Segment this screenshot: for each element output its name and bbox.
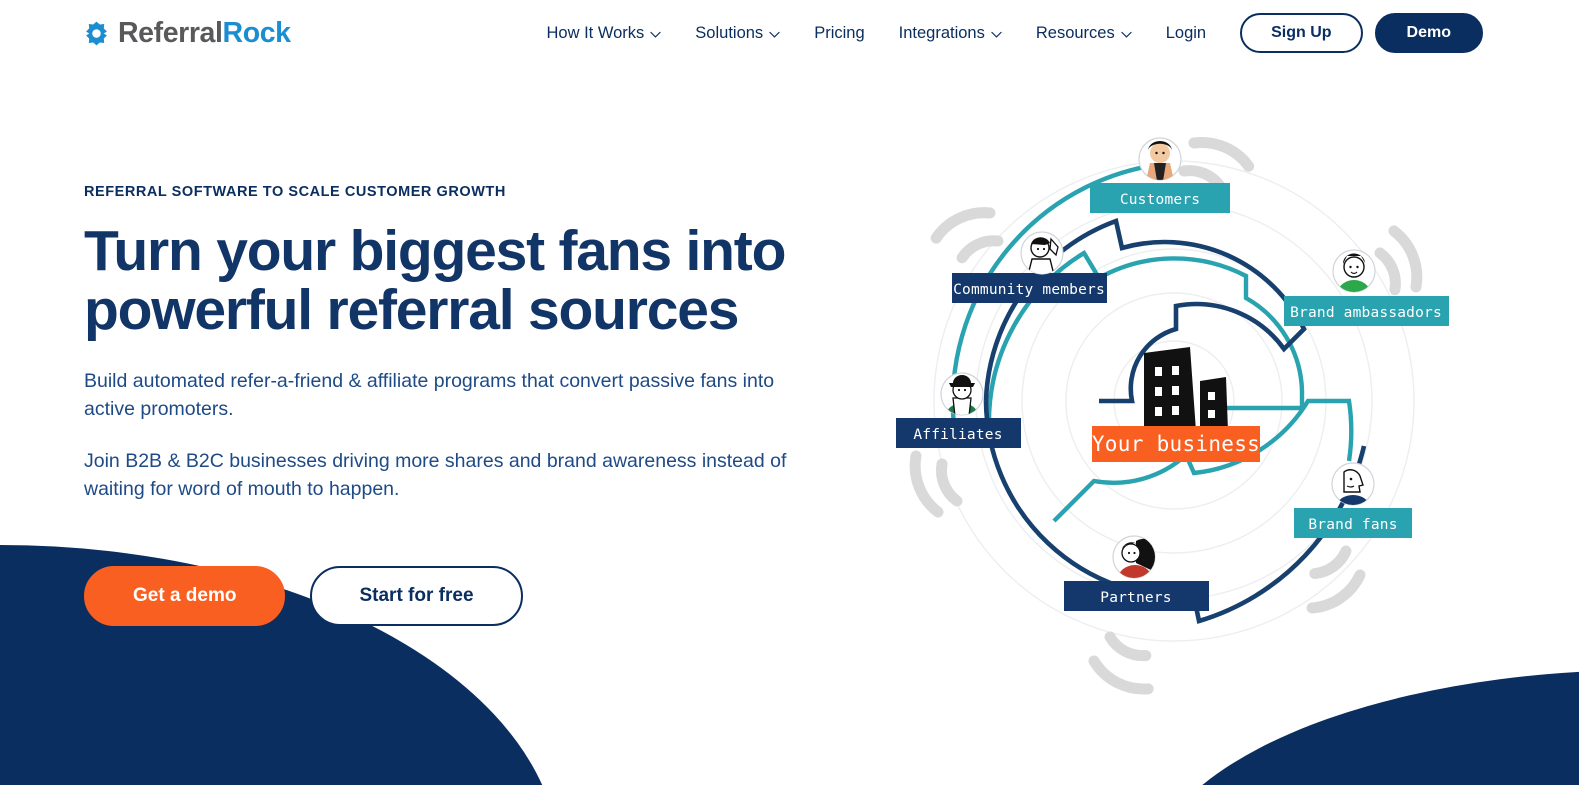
nav-item-login[interactable]: Login xyxy=(1149,16,1223,51)
hero-paragraph-2: Join B2B & B2C businesses driving more s… xyxy=(84,449,787,500)
hero-illustration-area: Customers Community members Brand ambass… xyxy=(874,66,1579,695)
chevron-down-icon xyxy=(991,31,1002,38)
get-a-demo-button[interactable]: Get a demo xyxy=(84,565,286,626)
person-red-cape-avatar xyxy=(1112,535,1156,579)
nav-label: Integrations xyxy=(898,23,985,42)
site-header: ReferralRock How It Works Solutions Pric… xyxy=(0,0,1579,66)
hero-cta-row: Get a demo Start for free xyxy=(84,565,874,626)
hero-section: REFERRAL SOFTWARE TO SCALE CUSTOMER GROW… xyxy=(0,66,1579,695)
demo-button[interactable]: Demo xyxy=(1374,13,1483,53)
nav-label: Pricing xyxy=(814,23,865,42)
person-waving-avatar xyxy=(1020,231,1064,275)
diagram-node-brand-fans[interactable]: Brand fans xyxy=(1294,462,1412,538)
logo[interactable]: ReferralRock xyxy=(84,17,291,50)
gear-icon xyxy=(84,21,109,46)
nav-item-pricing[interactable]: Pricing xyxy=(797,16,881,51)
diagram-center-business: Your business xyxy=(1092,347,1260,462)
node-label: Brand ambassadors xyxy=(1290,305,1442,321)
nav-item-how-it-works[interactable]: How It Works xyxy=(530,16,679,51)
person-side-profile-avatar xyxy=(1331,462,1375,506)
nav-label: Resources xyxy=(1035,23,1115,42)
nav-label: Login xyxy=(1165,23,1207,42)
diagram-node-affiliates[interactable]: Affiliates xyxy=(896,372,1021,448)
center-label: Your business xyxy=(1092,432,1260,456)
hero-paragraph-1: Build automated refer-a-friend & affilia… xyxy=(84,370,775,421)
hero-content: REFERRAL SOFTWARE TO SCALE CUSTOMER GROW… xyxy=(84,66,874,626)
person-curly-hair-avatar xyxy=(1138,137,1182,181)
person-green-shirt-avatar xyxy=(1332,249,1376,293)
main-navigation: How It Works Solutions Pricing Integrati… xyxy=(530,13,1483,53)
node-label: Partners xyxy=(1100,590,1171,606)
node-label: Customers xyxy=(1120,192,1200,208)
page-title: Turn your biggest fans into powerful ref… xyxy=(84,219,786,342)
node-label: Affiliates xyxy=(913,427,1002,443)
nav-item-solutions[interactable]: Solutions xyxy=(678,16,797,51)
referral-network-diagram: Customers Community members Brand ambass… xyxy=(894,101,1454,701)
office-building-icon xyxy=(1144,347,1228,431)
page-root: ReferralRock How It Works Solutions Pric… xyxy=(0,0,1579,785)
node-label: Brand fans xyxy=(1308,517,1397,533)
nav-item-integrations[interactable]: Integrations xyxy=(882,16,1019,51)
nav-item-resources[interactable]: Resources xyxy=(1019,16,1149,51)
nav-label: Solutions xyxy=(695,23,764,42)
chevron-down-icon xyxy=(769,31,780,38)
logo-text-primary: Referral xyxy=(118,16,223,49)
chevron-down-icon xyxy=(650,31,661,38)
chevron-down-icon xyxy=(1121,31,1132,38)
logo-text-secondary: Rock xyxy=(222,16,291,49)
hero-eyebrow: REFERRAL SOFTWARE TO SCALE CUSTOMER GROW… xyxy=(84,184,506,200)
person-hat-avatar xyxy=(940,372,984,416)
sign-up-button[interactable]: Sign Up xyxy=(1240,13,1363,53)
start-for-free-button[interactable]: Start for free xyxy=(310,565,523,626)
logo-text: ReferralRock xyxy=(118,17,291,50)
diagram-node-brand-ambassadors[interactable]: Brand ambassadors xyxy=(1284,249,1449,326)
node-label: Community members xyxy=(953,282,1105,298)
nav-label: How It Works xyxy=(546,23,645,42)
